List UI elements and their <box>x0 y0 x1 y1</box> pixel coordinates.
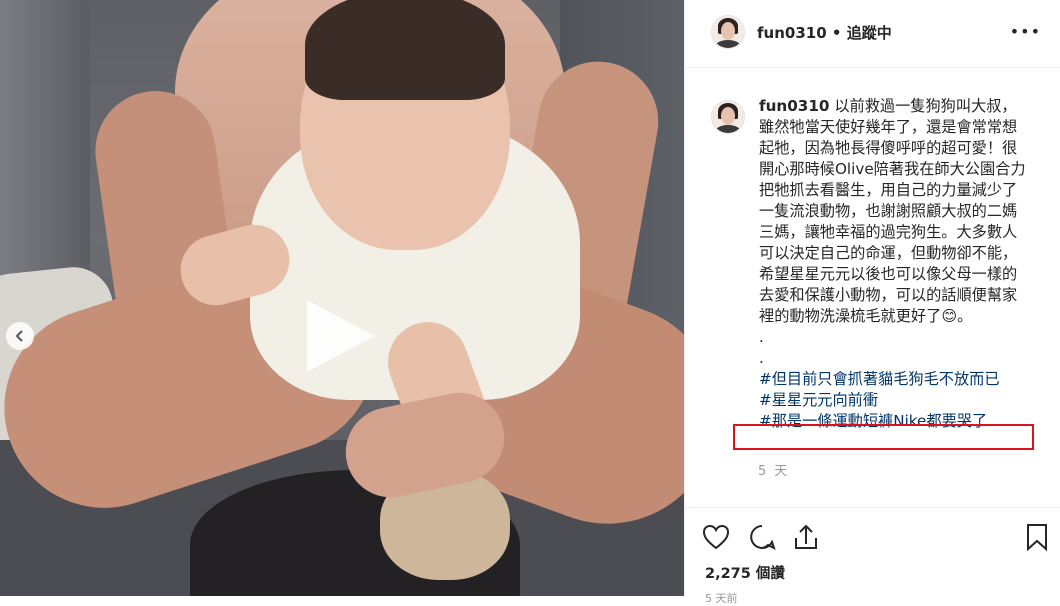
play-icon[interactable] <box>299 296 379 376</box>
header-separator: • <box>831 24 842 42</box>
cutoff-timestamp: 5 天前 <box>705 592 738 605</box>
post-side-panel: fun0310 • 追蹤中 ••• fun0310 以前救過一隻狗狗叫大叔，雖然… <box>684 0 1060 605</box>
share-icon[interactable] <box>791 522 821 552</box>
post-header: fun0310 • 追蹤中 ••• <box>685 0 1060 68</box>
header-username[interactable]: fun0310 <box>757 24 827 42</box>
avatar[interactable] <box>711 15 745 49</box>
post-timestamp: 5 天 <box>758 464 790 479</box>
following-button[interactable]: 追蹤中 <box>847 24 892 42</box>
comment-icon[interactable] <box>747 522 777 552</box>
likes-count[interactable]: 2,275 個讚 <box>705 562 785 583</box>
caption-avatar[interactable] <box>711 100 745 134</box>
hashtag-link[interactable]: #星星元元向前衝 <box>759 390 1031 411</box>
more-options-icon[interactable]: ••• <box>1010 22 1041 41</box>
caption-dot: . <box>759 349 764 367</box>
caption-text: 以前救過一隻狗狗叫大叔，雖然牠當天使好幾年了，還是會常常想起牠，因為牠長得傻呼呼… <box>759 97 1026 325</box>
highlight-box <box>733 424 1034 450</box>
caption-username[interactable]: fun0310 <box>759 97 830 115</box>
post-video[interactable] <box>0 0 684 596</box>
action-bar <box>685 507 1060 567</box>
bookmark-icon[interactable] <box>1022 522 1052 552</box>
carousel-prev-icon[interactable] <box>6 322 34 350</box>
caption-dot: . <box>759 328 764 346</box>
hashtag-link[interactable]: #但目前只會抓著貓毛狗毛不放而已 <box>759 369 1031 390</box>
baby-hair <box>305 0 505 100</box>
post-caption: fun0310 以前救過一隻狗狗叫大叔，雖然牠當天使好幾年了，還是會常常想起牠，… <box>759 96 1031 432</box>
heart-icon[interactable] <box>701 522 731 552</box>
